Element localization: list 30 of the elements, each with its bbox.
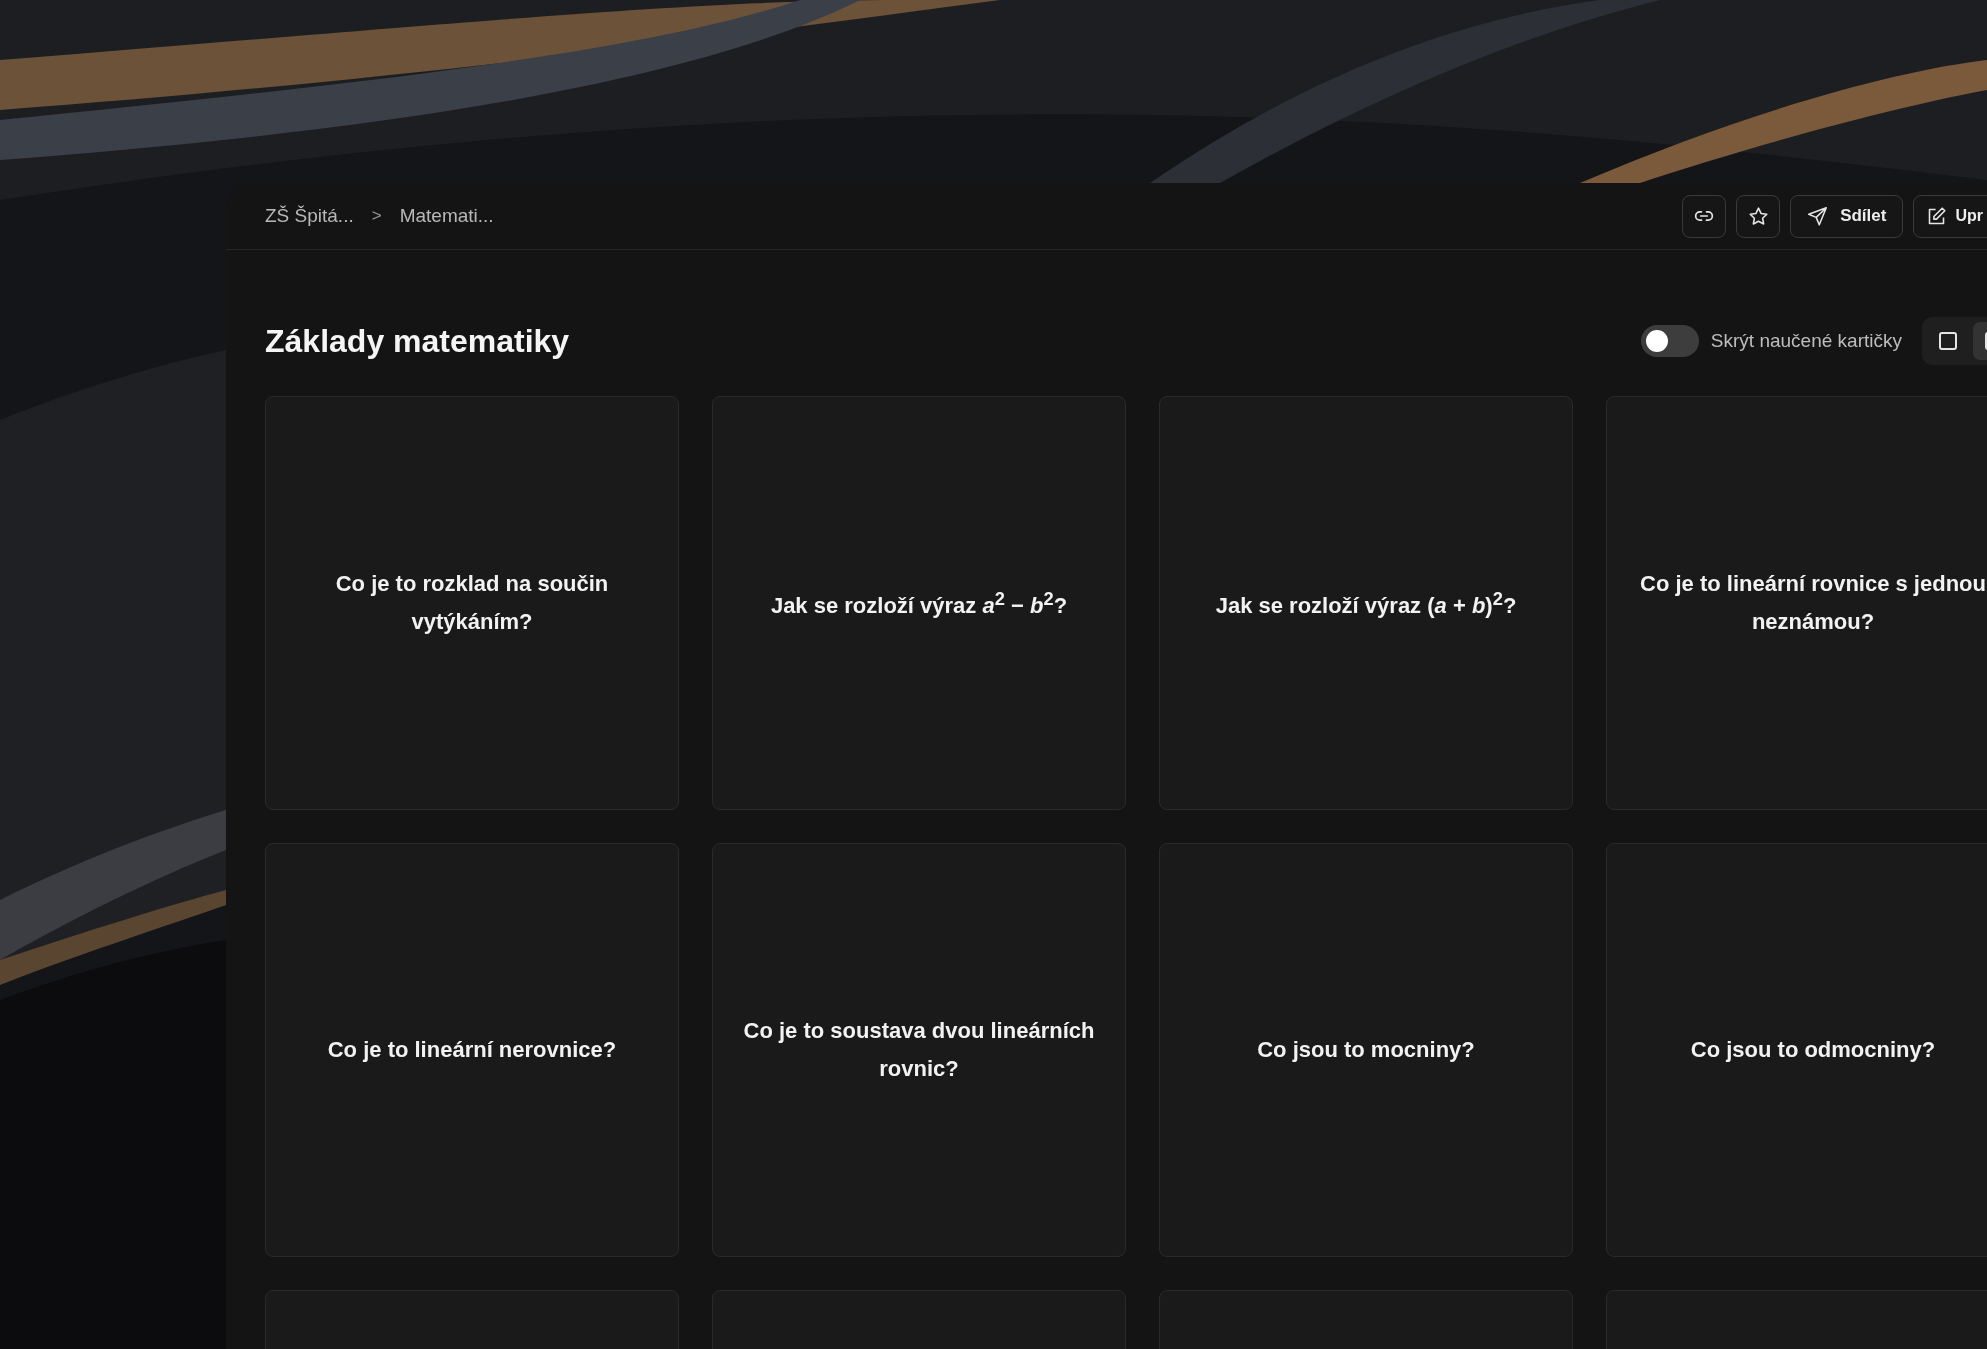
flashcard[interactable]: Co je to soustava dvou lineárních rovnic? (712, 843, 1126, 1257)
flashcard-question: Co jsou to mocniny? (1257, 1036, 1475, 1064)
flashcard[interactable]: Co je to rozklad na součin vytýkáním? (265, 396, 679, 810)
flashcard-question: Co jsou to odmocniny? (1690, 1036, 1936, 1064)
square-icon (1938, 331, 1958, 351)
breadcrumb-separator: > (371, 206, 382, 226)
send-icon (1807, 205, 1829, 227)
flashcard-question: Co je to lineární nerovnice? (327, 1036, 617, 1064)
flashcard[interactable]: Co je to lineární rovnice s jednou neznámou? (1606, 396, 1987, 810)
flashcard[interactable]: Co jsou to odmocniny? (1606, 843, 1987, 1257)
breadcrumb-link[interactable]: ZŠ Špitá... (265, 205, 354, 227)
flashcard[interactable]: Co jsou to mocniny? (1159, 843, 1573, 1257)
share-button[interactable]: Sdílet (1790, 194, 1904, 238)
copy-link-button[interactable] (1682, 194, 1727, 238)
flashcard[interactable]: Jak se rozloží výraz a$^{2}$ − b$^{2}$? (712, 396, 1126, 810)
favorite-button[interactable] (1736, 194, 1781, 238)
flashcard-question: Jak se rozloží výraz (a + b)$^{2}$? (1215, 587, 1517, 621)
edit-button[interactable]: Upr (1913, 194, 1987, 238)
toggle-switch[interactable] (1640, 325, 1699, 357)
flashcard-question: Co je to lineární rovnice s jednou neznámou? (1639, 570, 1987, 636)
toggle-label: Skrýt naučené kartičky (1710, 330, 1902, 352)
flashcard-question: Co je to rozklad na součin vytýkáním? (334, 570, 610, 636)
flashcard[interactable]: Co je to lineární nerovnice? (265, 843, 679, 1257)
star-icon (1747, 205, 1769, 227)
flashcard[interactable]: Jak se rozloží výraz (a + b)$^{2}$? (1159, 396, 1573, 810)
edit-icon (1926, 205, 1948, 227)
deck-title: Základy matematiky (265, 322, 570, 360)
flashcard-question: Jak se rozloží výraz a$^{2}$ − b$^{2}$? (770, 587, 1068, 621)
breadcrumb-link[interactable]: Matemati... (399, 205, 494, 227)
flashcard-question: Co je to soustava dvou lineárních rovnic? (743, 1017, 1095, 1083)
